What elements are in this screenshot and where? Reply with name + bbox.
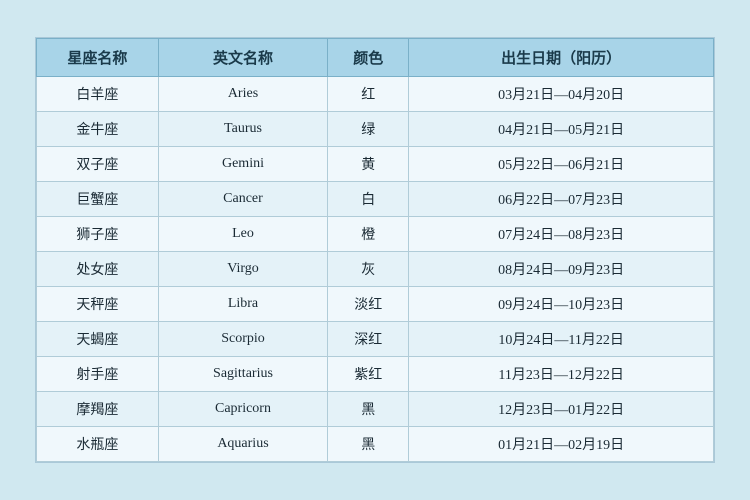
cell-date: 01月21日—02月19日	[409, 427, 714, 462]
cell-zh-name: 巨蟹座	[37, 182, 159, 217]
table-row: 金牛座Taurus绿04月21日—05月21日	[37, 112, 714, 147]
cell-color: 灰	[328, 252, 409, 287]
cell-color: 绿	[328, 112, 409, 147]
cell-en-name: Libra	[158, 287, 327, 322]
cell-date: 10月24日—11月22日	[409, 322, 714, 357]
cell-en-name: Scorpio	[158, 322, 327, 357]
header-date: 出生日期（阳历）	[409, 39, 714, 77]
zodiac-table: 星座名称 英文名称 颜色 出生日期（阳历） 白羊座Aries红03月21日—04…	[36, 38, 714, 462]
table-row: 巨蟹座Cancer白06月22日—07月23日	[37, 182, 714, 217]
cell-date: 07月24日—08月23日	[409, 217, 714, 252]
cell-en-name: Aries	[158, 77, 327, 112]
cell-color: 黑	[328, 427, 409, 462]
header-color: 颜色	[328, 39, 409, 77]
cell-zh-name: 狮子座	[37, 217, 159, 252]
cell-color: 淡红	[328, 287, 409, 322]
table-row: 水瓶座Aquarius黑01月21日—02月19日	[37, 427, 714, 462]
cell-en-name: Capricorn	[158, 392, 327, 427]
cell-zh-name: 天秤座	[37, 287, 159, 322]
cell-color: 紫红	[328, 357, 409, 392]
table-row: 白羊座Aries红03月21日—04月20日	[37, 77, 714, 112]
cell-en-name: Virgo	[158, 252, 327, 287]
cell-date: 08月24日—09月23日	[409, 252, 714, 287]
cell-zh-name: 天蝎座	[37, 322, 159, 357]
cell-en-name: Taurus	[158, 112, 327, 147]
table-row: 狮子座Leo橙07月24日—08月23日	[37, 217, 714, 252]
zodiac-table-container: 星座名称 英文名称 颜色 出生日期（阳历） 白羊座Aries红03月21日—04…	[35, 37, 715, 463]
cell-color: 红	[328, 77, 409, 112]
cell-zh-name: 摩羯座	[37, 392, 159, 427]
cell-date: 05月22日—06月21日	[409, 147, 714, 182]
cell-en-name: Sagittarius	[158, 357, 327, 392]
cell-zh-name: 金牛座	[37, 112, 159, 147]
cell-color: 白	[328, 182, 409, 217]
cell-color: 黄	[328, 147, 409, 182]
table-body: 白羊座Aries红03月21日—04月20日金牛座Taurus绿04月21日—0…	[37, 77, 714, 462]
table-row: 处女座Virgo灰08月24日—09月23日	[37, 252, 714, 287]
table-row: 射手座Sagittarius紫红11月23日—12月22日	[37, 357, 714, 392]
table-row: 天秤座Libra淡红09月24日—10月23日	[37, 287, 714, 322]
cell-en-name: Cancer	[158, 182, 327, 217]
cell-color: 黑	[328, 392, 409, 427]
cell-zh-name: 白羊座	[37, 77, 159, 112]
cell-en-name: Aquarius	[158, 427, 327, 462]
table-row: 双子座Gemini黄05月22日—06月21日	[37, 147, 714, 182]
header-en-name: 英文名称	[158, 39, 327, 77]
table-header-row: 星座名称 英文名称 颜色 出生日期（阳历）	[37, 39, 714, 77]
cell-date: 04月21日—05月21日	[409, 112, 714, 147]
cell-en-name: Gemini	[158, 147, 327, 182]
header-zh-name: 星座名称	[37, 39, 159, 77]
cell-zh-name: 双子座	[37, 147, 159, 182]
table-row: 天蝎座Scorpio深红10月24日—11月22日	[37, 322, 714, 357]
cell-date: 12月23日—01月22日	[409, 392, 714, 427]
cell-color: 深红	[328, 322, 409, 357]
cell-date: 03月21日—04月20日	[409, 77, 714, 112]
table-row: 摩羯座Capricorn黑12月23日—01月22日	[37, 392, 714, 427]
cell-date: 09月24日—10月23日	[409, 287, 714, 322]
cell-zh-name: 水瓶座	[37, 427, 159, 462]
cell-zh-name: 射手座	[37, 357, 159, 392]
cell-zh-name: 处女座	[37, 252, 159, 287]
cell-en-name: Leo	[158, 217, 327, 252]
cell-date: 06月22日—07月23日	[409, 182, 714, 217]
cell-color: 橙	[328, 217, 409, 252]
cell-date: 11月23日—12月22日	[409, 357, 714, 392]
